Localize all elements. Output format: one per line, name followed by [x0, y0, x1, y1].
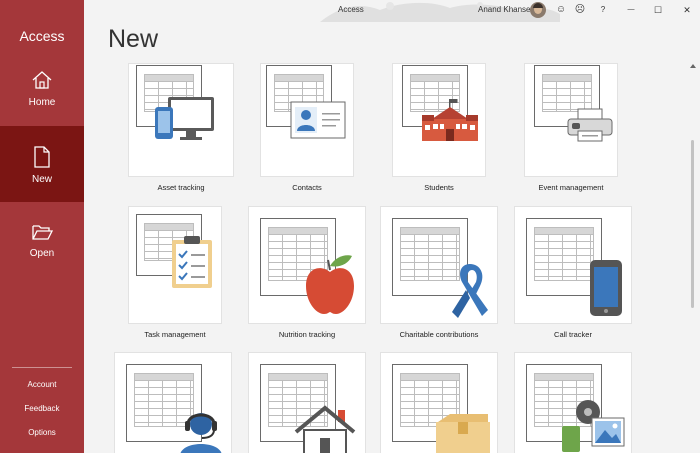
user-name[interactable]: Anand Khanse	[478, 5, 531, 14]
scroll-thumb[interactable]	[691, 140, 694, 308]
title-bar: Access Anand Khanse ☺ ☹ ? — ☐ ✕	[84, 0, 700, 22]
template-label: Contacts	[292, 183, 322, 192]
minimize-icon[interactable]: —	[624, 3, 638, 17]
template-event-management[interactable]: Event management	[524, 63, 618, 195]
template-asset-tracking[interactable]: Asset tracking	[128, 63, 234, 195]
template-contacts[interactable]: Contacts	[260, 63, 354, 195]
template-students[interactable]: Students	[392, 63, 486, 195]
scroll-up-icon[interactable]	[690, 64, 696, 68]
nav-feedback[interactable]: Feedback	[0, 404, 84, 413]
new-document-icon	[34, 146, 50, 168]
contact-card-icon	[290, 101, 346, 139]
template-task-management[interactable]: Task management	[128, 206, 222, 342]
printer-icon	[567, 108, 613, 142]
help-icon[interactable]: ?	[596, 3, 610, 17]
template-label: Nutrition tracking	[278, 330, 336, 339]
nav-open-label: Open	[29, 248, 55, 259]
nav-options[interactable]: Options	[0, 428, 84, 437]
template-label: Event management	[538, 183, 604, 192]
template-nutrition-tracking[interactable]: Nutrition tracking	[248, 206, 366, 342]
school-icon	[422, 99, 478, 141]
awareness-ribbon-icon	[452, 264, 488, 318]
house-icon	[294, 405, 356, 453]
window-title: Access	[338, 5, 364, 14]
app-name: Access	[19, 28, 65, 44]
template-label: Students	[424, 183, 454, 192]
template-label: Task management	[144, 330, 206, 339]
close-icon[interactable]: ✕	[680, 3, 694, 17]
template-label: Asset tracking	[157, 183, 205, 192]
nav-home-label: Home	[28, 97, 56, 108]
frown-icon[interactable]: ☹	[573, 3, 587, 17]
access-backstage-window: Access Home New Open Account Feedback Op…	[0, 0, 700, 453]
smile-icon[interactable]: ☺	[554, 3, 568, 17]
package-box-icon	[436, 414, 490, 453]
apple-icon	[306, 255, 354, 314]
home-icon	[32, 71, 52, 89]
template-charitable-contributions[interactable]: Charitable contributions	[380, 206, 498, 342]
open-folder-icon	[32, 225, 53, 240]
avatar[interactable]	[530, 2, 546, 18]
backstage-sidebar: Access Home New Open Account Feedback Op…	[0, 0, 84, 453]
clipboard-checklist-icon	[172, 236, 212, 288]
template-media[interactable]	[514, 352, 632, 453]
page-title: New	[108, 25, 159, 53]
nav-account[interactable]: Account	[0, 380, 84, 389]
maximize-icon[interactable]: ☐	[651, 3, 665, 17]
template-inventory[interactable]	[380, 352, 498, 453]
nav-new[interactable]: New	[0, 126, 84, 202]
template-label: Call tracker	[554, 330, 592, 339]
nav-open[interactable]: Open	[0, 216, 84, 292]
sidebar-divider	[12, 367, 72, 368]
photo-media-icon	[562, 400, 625, 452]
template-home[interactable]	[248, 352, 366, 453]
template-call-tracker[interactable]: Call tracker	[514, 206, 632, 342]
headset-agent-icon	[180, 413, 222, 453]
template-label: Charitable contributions	[399, 330, 479, 339]
nav-new-label: New	[31, 174, 52, 185]
computer-phone-icon	[155, 97, 214, 140]
mobile-phone-icon	[590, 260, 622, 316]
scrollbar[interactable]	[686, 60, 700, 453]
template-call-center[interactable]	[114, 352, 232, 453]
